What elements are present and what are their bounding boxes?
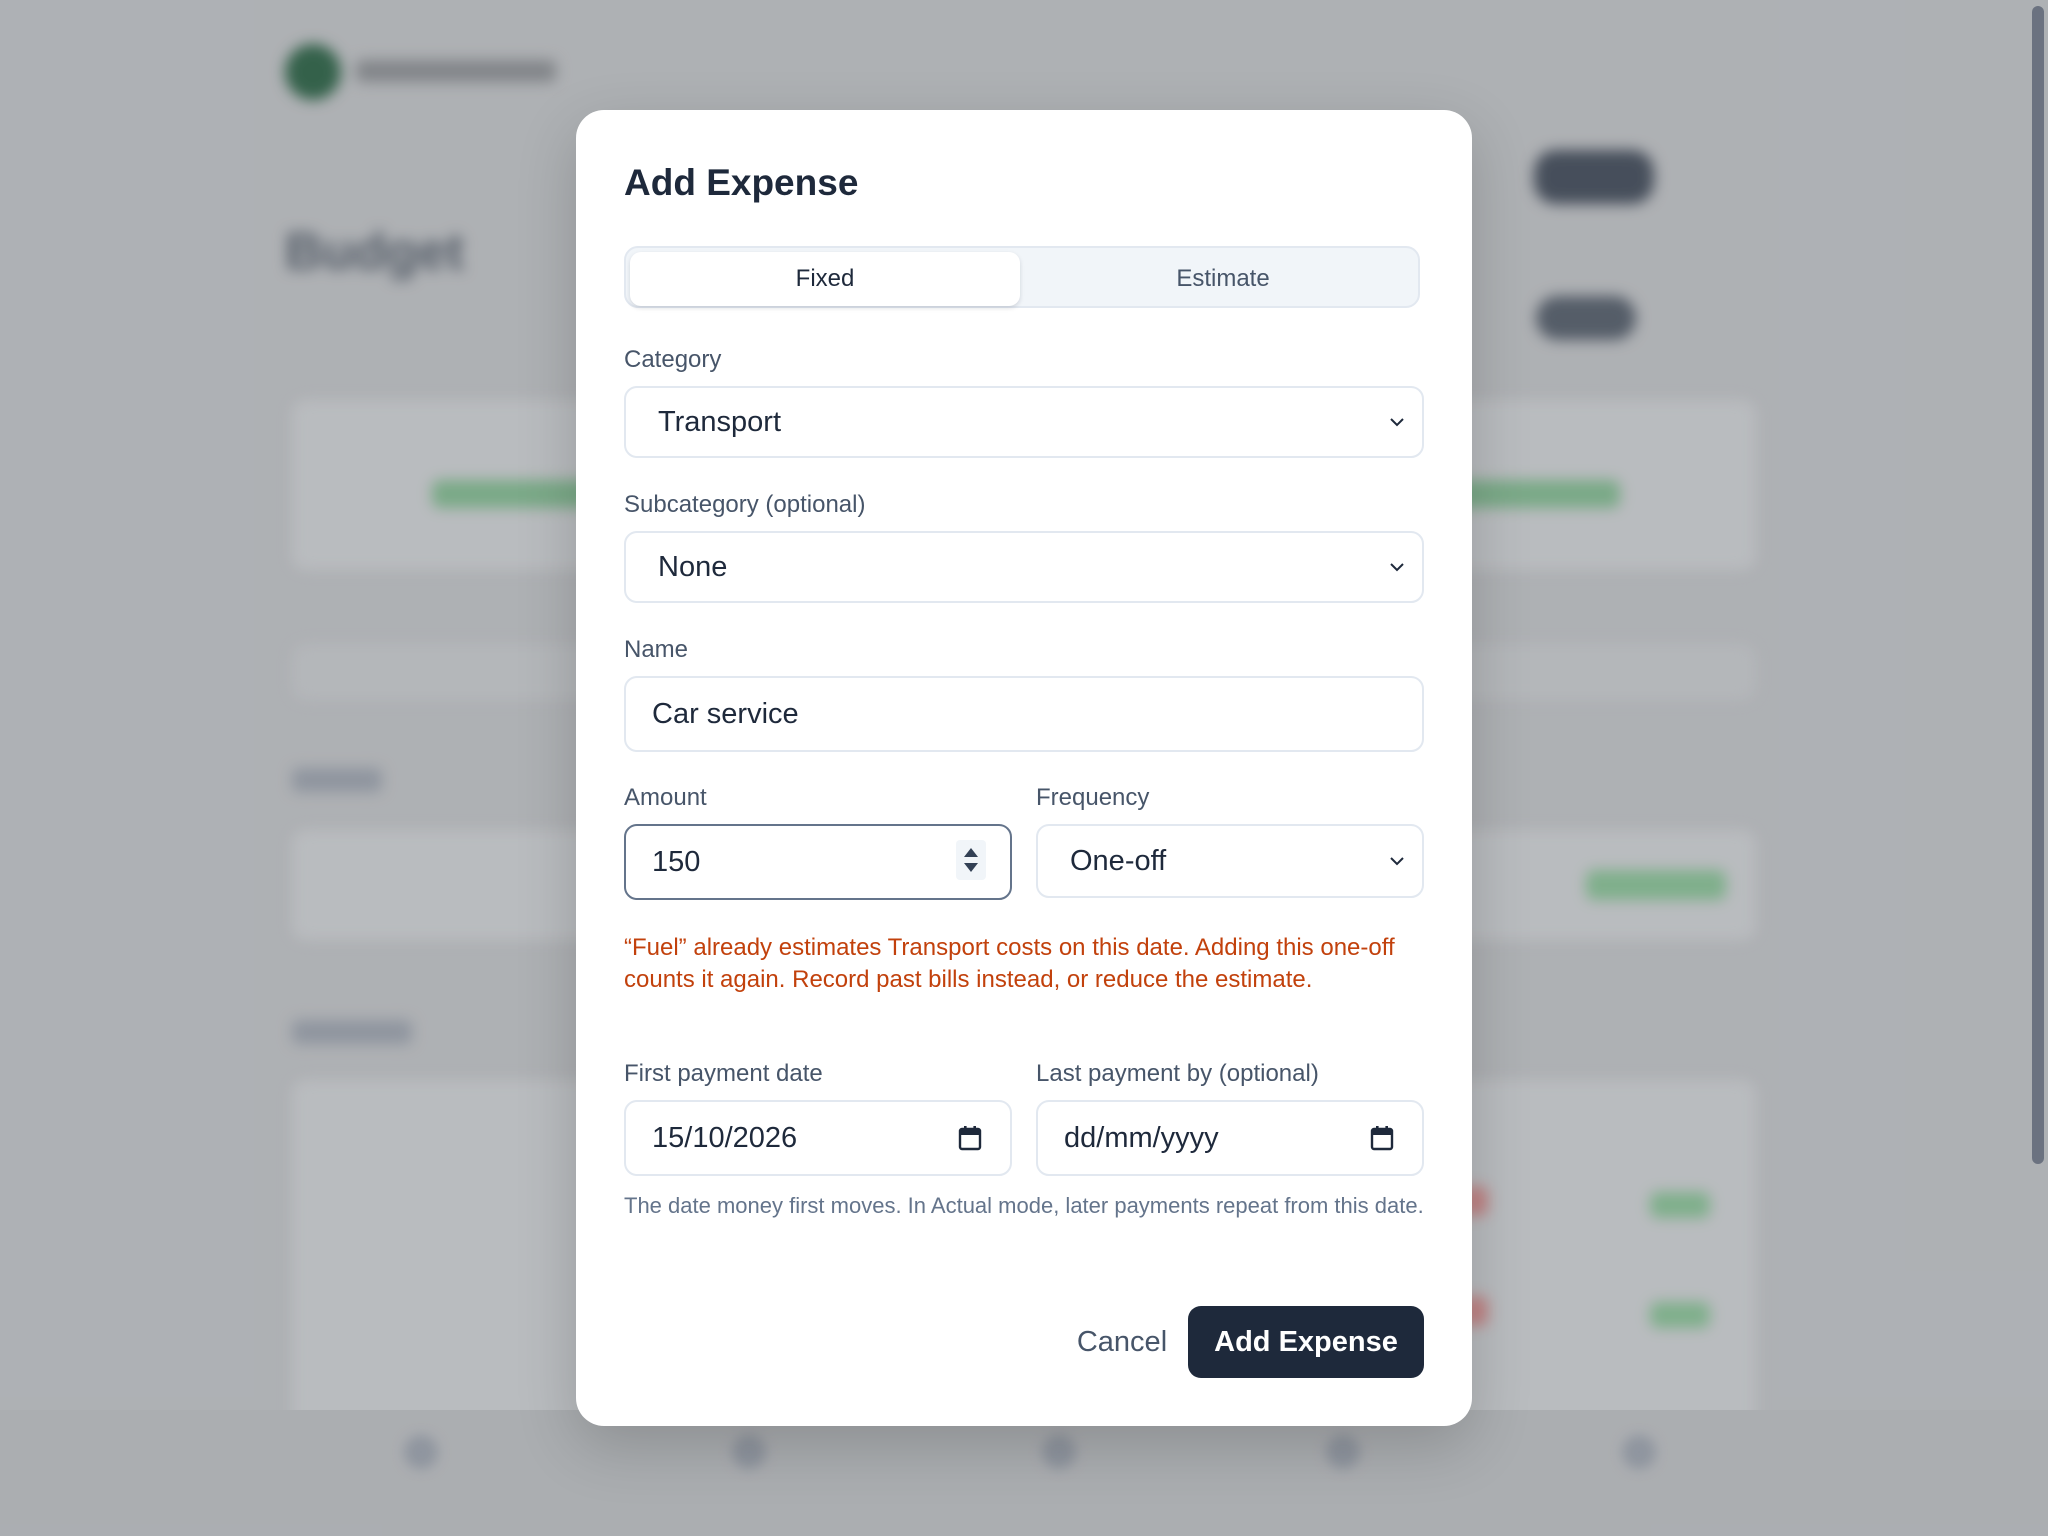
- first-payment-helper-text: The date money first moves. In Actual mo…: [624, 1193, 1424, 1218]
- tab-estimate[interactable]: Estimate: [1028, 252, 1418, 306]
- frequency-value: One-off: [1070, 844, 1167, 877]
- calendar-icon[interactable]: [1370, 1125, 1394, 1151]
- cancel-button[interactable]: Cancel: [1032, 1306, 1212, 1378]
- stepper-down-icon[interactable]: [964, 863, 978, 872]
- tab-fixed[interactable]: Fixed: [630, 252, 1020, 306]
- last-payment-label: Last payment by (optional): [1036, 1060, 1319, 1087]
- chevron-down-icon: [1390, 857, 1404, 866]
- first-payment-date-input[interactable]: 15/10/2026: [624, 1100, 1012, 1176]
- expense-type-toggle: Fixed Estimate: [624, 246, 1420, 308]
- frequency-label: Frequency: [1036, 784, 1150, 811]
- chevron-down-icon: [1390, 563, 1404, 572]
- category-label: Category: [624, 346, 722, 373]
- category-select[interactable]: Transport: [624, 386, 1424, 458]
- name-input[interactable]: Car service: [624, 676, 1424, 752]
- scrollbar[interactable]: [2032, 6, 2044, 1164]
- frequency-select[interactable]: One-off: [1036, 824, 1424, 898]
- last-payment-placeholder: dd/mm/yyyy: [1064, 1121, 1219, 1154]
- name-label: Name: [624, 636, 689, 663]
- category-value: Transport: [658, 405, 782, 438]
- duplicate-estimate-warning: “Fuel” already estimates Transport costs…: [624, 934, 1395, 993]
- amount-stepper[interactable]: [956, 840, 986, 880]
- add-expense-dialog: Add Expense Fixed Estimate Category Tran…: [576, 110, 1472, 1426]
- first-payment-value: 15/10/2026: [652, 1121, 798, 1154]
- add-expense-button[interactable]: Add Expense: [1188, 1306, 1424, 1378]
- first-payment-label: First payment date: [624, 1060, 823, 1087]
- last-payment-date-input[interactable]: dd/mm/yyyy: [1036, 1100, 1424, 1176]
- calendar-icon[interactable]: [958, 1125, 982, 1151]
- amount-input[interactable]: 150: [624, 824, 1012, 900]
- subcategory-select[interactable]: None: [624, 531, 1424, 603]
- amount-value: 150: [652, 845, 701, 878]
- stepper-up-icon[interactable]: [964, 848, 978, 857]
- subcategory-label: Subcategory (optional): [624, 491, 866, 518]
- name-value: Car service: [652, 697, 799, 730]
- chevron-down-icon: [1390, 418, 1404, 427]
- amount-label: Amount: [624, 784, 707, 811]
- subcategory-value: None: [658, 550, 728, 583]
- dialog-title: Add Expense: [624, 162, 859, 203]
